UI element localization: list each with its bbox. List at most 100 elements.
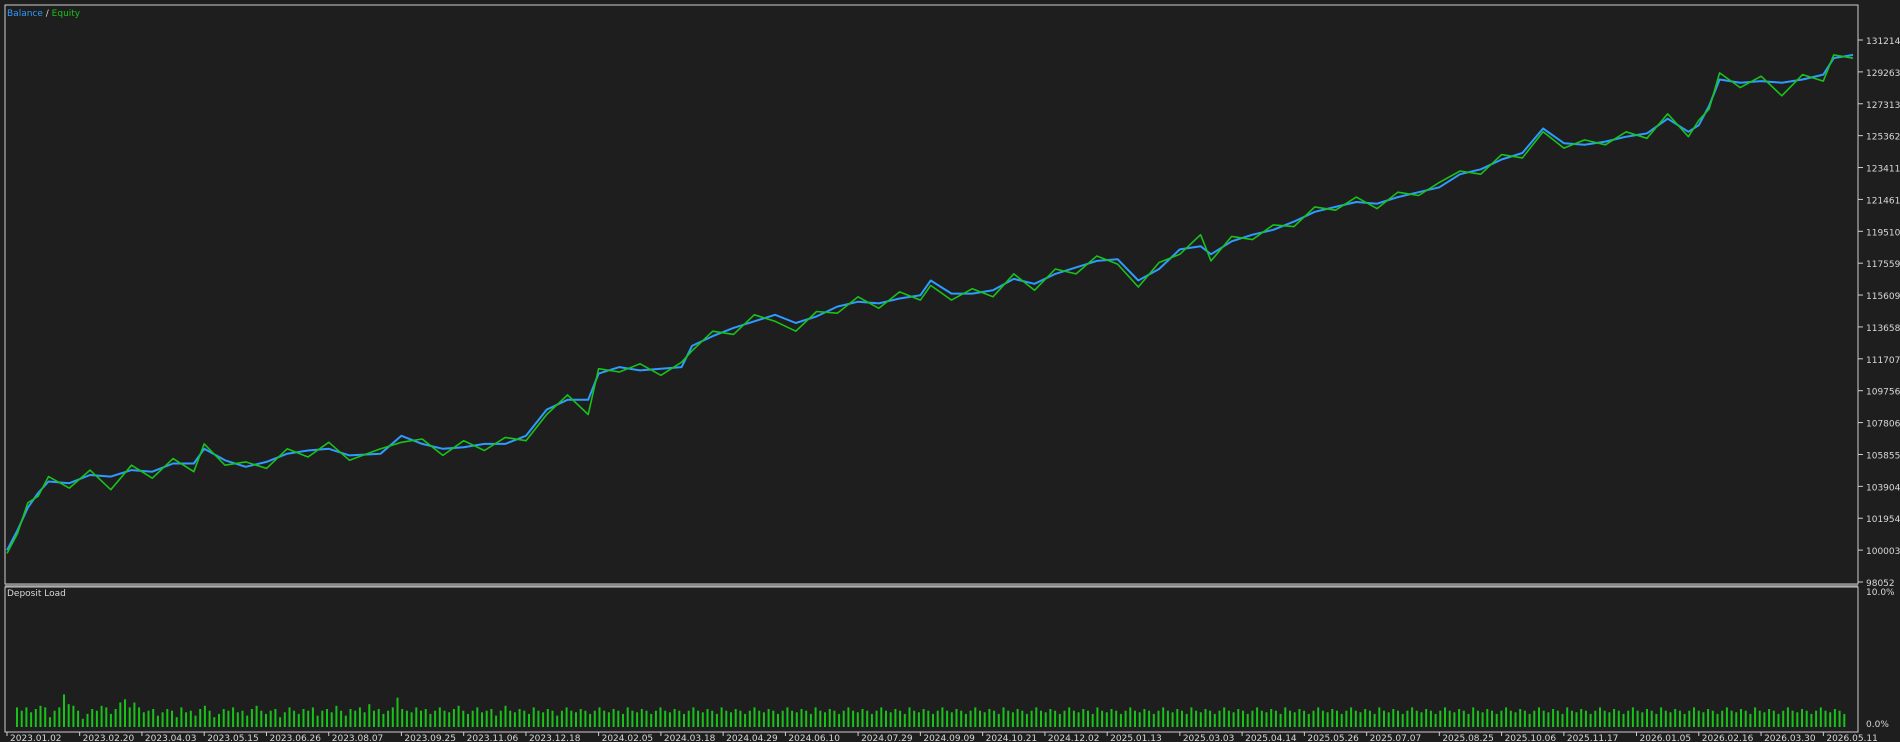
deposit-load-bar (607, 712, 610, 727)
deposit-load-bar (1584, 710, 1587, 727)
deposit-load-bar (1448, 710, 1451, 727)
deposit-load-bar (1444, 707, 1446, 727)
deposit-load-bar (368, 704, 371, 727)
deposit-load-bar (1613, 709, 1616, 727)
deposit-load-bar (311, 707, 314, 727)
deposit-load-bar (560, 710, 563, 727)
deposit-load-bar (1833, 709, 1836, 727)
deposit-load-bar (1265, 712, 1268, 727)
deposit-load-bar (222, 709, 225, 727)
deposit-load-bar (1552, 709, 1555, 727)
deposit-load-bar (1462, 710, 1465, 727)
deposit-load-bar (377, 709, 380, 727)
deposit-load-bar (434, 710, 437, 727)
deposit-load-bar (1119, 713, 1122, 727)
deposit-load-bar (1134, 710, 1136, 727)
deposit-load-bar (1326, 712, 1329, 727)
deposit-load-bar (189, 710, 192, 727)
x-tick-label: 2024.04.29 (726, 734, 778, 742)
deposit-load-bar (95, 710, 98, 727)
deposit-load-bar (870, 713, 873, 727)
deposit-load-bar (1345, 710, 1348, 727)
deposit-load-bar (1289, 710, 1291, 727)
deposit-load-bar (1101, 710, 1104, 727)
deposit-load-bar (697, 710, 700, 727)
deposit-load-bar (1627, 710, 1630, 727)
deposit-load-bar (847, 707, 850, 727)
deposit-load-bar (809, 713, 812, 727)
deposit-load-bar (899, 710, 902, 727)
deposit-load-bar (1138, 712, 1141, 727)
deposit-load-bar (1500, 710, 1503, 727)
deposit-load-bar (410, 712, 413, 727)
deposit-load-bar (758, 710, 761, 727)
deposit-load-bar (1152, 713, 1155, 727)
deposit-load-bar (1434, 713, 1437, 727)
deposit-load-bar (1016, 709, 1019, 727)
deposit-load-bar (1561, 713, 1564, 727)
deposit-load-bar (199, 709, 202, 727)
deposit-load-bar (133, 702, 136, 727)
deposit-load-bar (838, 713, 841, 727)
deposit-load-bar (1819, 707, 1822, 727)
legend-equity: Equity (52, 9, 81, 19)
deposit-load-bar (232, 707, 235, 727)
deposit-load-bar (203, 705, 206, 727)
deposit-load-tick-label: 0.0% (1866, 720, 1889, 730)
deposit-load-bar (875, 710, 878, 727)
deposit-load-bar (335, 705, 338, 727)
deposit-load-bar (1251, 710, 1254, 727)
deposit-load-bar (1181, 710, 1183, 727)
deposit-load-bar (1636, 710, 1639, 727)
deposit-load-bar (1824, 710, 1827, 727)
deposit-load-bar (1049, 709, 1052, 727)
deposit-load-bar (420, 710, 422, 727)
x-tick-label: 2023.06.26 (269, 734, 321, 742)
deposit-load-bar (138, 707, 141, 727)
deposit-load-bar (1608, 712, 1611, 727)
deposit-load-bar (852, 710, 855, 727)
deposit-load-bar (1575, 712, 1578, 727)
y-tick-label: 123411 (1866, 165, 1900, 175)
deposit-load-bar (1030, 710, 1033, 727)
deposit-load-bar (283, 712, 286, 727)
deposit-load-bar (1274, 710, 1277, 727)
x-tick-label: 2024.03.18 (664, 734, 716, 742)
deposit-load-bar (819, 710, 822, 727)
deposit-load-bar (1087, 710, 1089, 727)
deposit-load-bar (72, 705, 75, 727)
deposit-load-bar (1622, 713, 1625, 727)
x-tick-label: 2024.06.10 (788, 734, 840, 742)
deposit-load-bar (687, 710, 690, 727)
legend-separator: / (43, 9, 52, 19)
deposit-load-bar (1303, 710, 1306, 727)
deposit-load-bar (1054, 710, 1057, 727)
deposit-load-bar (1429, 710, 1432, 727)
deposit-load-bar (293, 710, 296, 727)
deposit-load-bar (1528, 713, 1531, 727)
deposit-load-bar (1007, 710, 1010, 727)
deposit-load-bar (584, 710, 587, 727)
deposit-load-bar (668, 712, 671, 727)
deposit-load-bar (626, 707, 629, 727)
deposit-load-bar (964, 713, 967, 727)
deposit-load-bar (800, 709, 803, 727)
deposit-load-bar (513, 712, 516, 727)
deposit-load-bar (1171, 712, 1174, 727)
deposit-load-bar (30, 712, 33, 727)
deposit-load-bar (828, 709, 831, 727)
deposit-load-bar (349, 709, 352, 727)
deposit-load-bar (175, 717, 178, 727)
deposit-load-bar (180, 707, 183, 727)
deposit-load-bar (1768, 709, 1771, 727)
deposit-load-bar (1801, 709, 1803, 727)
x-tick-label: 2025.10.06 (1505, 734, 1557, 742)
deposit-load-bar (429, 713, 432, 727)
deposit-load-bar (213, 717, 216, 727)
deposit-load-bar (499, 710, 502, 727)
x-tick-label: 2023.05.15 (207, 734, 259, 742)
deposit-load-bar (1838, 710, 1841, 727)
deposit-load-bar (1523, 710, 1526, 727)
deposit-load-bar (889, 712, 892, 727)
y-tick-label: 119510 (1866, 228, 1900, 238)
